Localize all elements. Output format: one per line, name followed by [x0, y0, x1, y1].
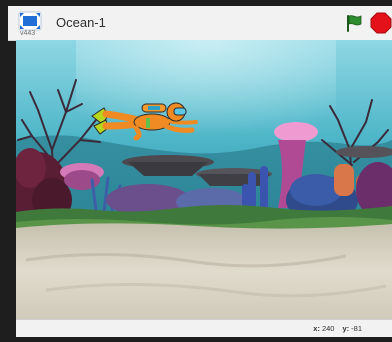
project-title: Ocean-1	[56, 15, 106, 30]
x-label: x:	[313, 324, 320, 333]
mouse-coordinates: x: 240 y: -81	[313, 324, 370, 333]
version-label: v443	[20, 30, 36, 37]
y-label: y:	[342, 324, 350, 333]
mouse-coordinates-bar: x: 240 y: -81	[16, 319, 392, 337]
stage-canvas[interactable]	[16, 40, 392, 319]
presentation-mode-icon[interactable]	[18, 11, 42, 31]
y-value: -81	[351, 324, 362, 333]
stop-sign-icon[interactable]	[370, 12, 392, 34]
x-value: 240	[321, 324, 335, 333]
stage-header: v443 Ocean-1	[8, 6, 392, 41]
stage-window: v443 Ocean-1 x: 240 y: -81	[0, 0, 392, 342]
sand-floor	[16, 223, 392, 319]
green-flag-icon[interactable]	[344, 13, 364, 33]
